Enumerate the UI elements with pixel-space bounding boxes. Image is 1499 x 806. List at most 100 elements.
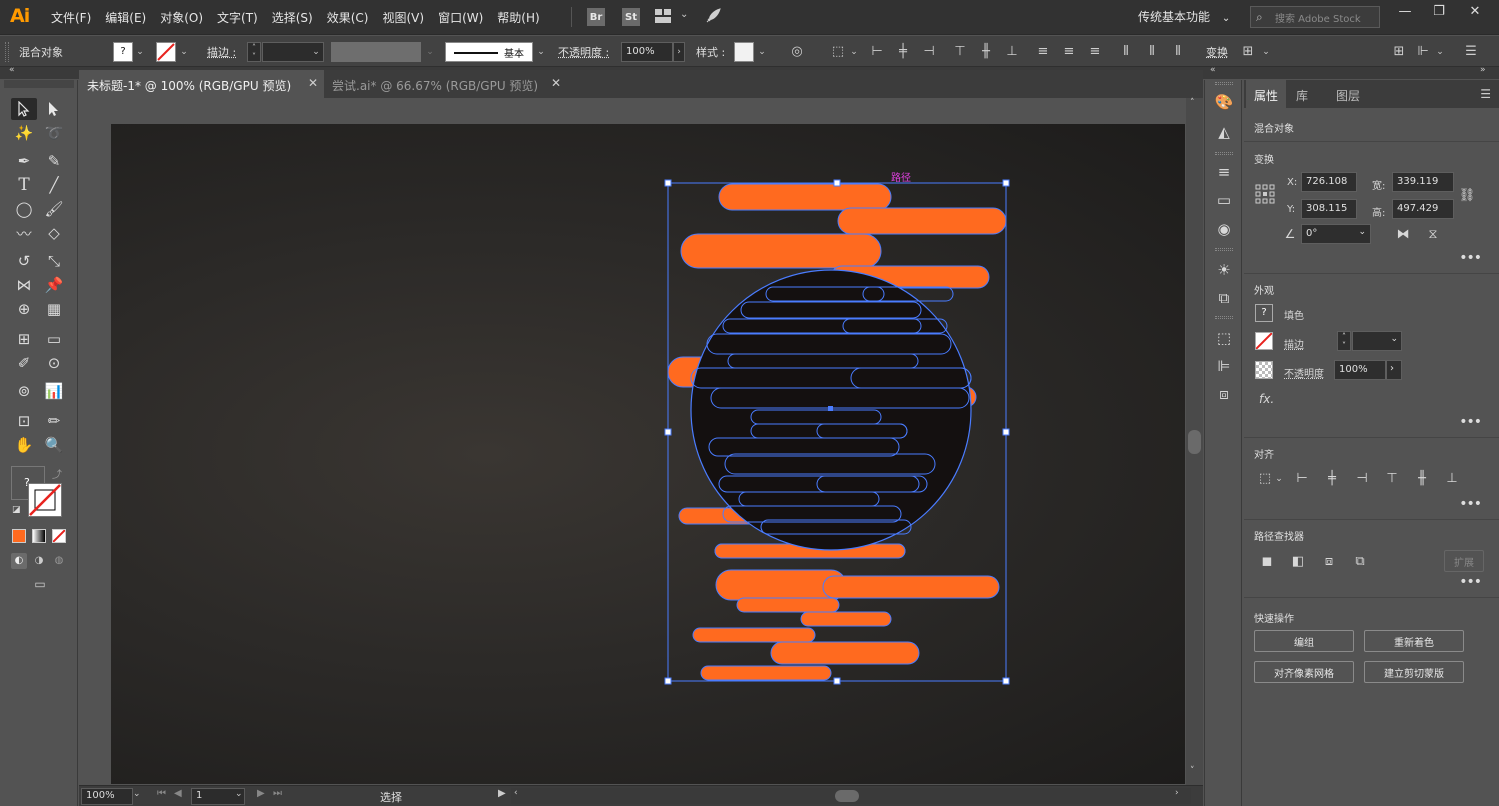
tab-layers[interactable]: 图层 (1336, 87, 1360, 104)
panel-menu-icon[interactable]: ☰ (1463, 44, 1479, 60)
slice-tool-icon[interactable]: ✏ (41, 410, 67, 432)
tab-attempt-ai[interactable]: 尝试.ai* @ 66.67% (RGB/GPU 预览) ✕ (324, 70, 567, 98)
align-to-selection-icon[interactable]: ⬚ (830, 44, 846, 60)
scroll-right-icon[interactable]: › (1175, 788, 1179, 798)
recolor-artwork-icon[interactable]: ◎ (789, 44, 805, 60)
align-vertical-center-icon[interactable]: ╫ (978, 44, 994, 60)
exclude-icon[interactable]: ⧉ (1351, 553, 1369, 571)
arrange-icon[interactable]: ⊞ (1391, 44, 1407, 60)
chevron-down-icon[interactable]: ⌄ (1432, 44, 1448, 60)
scroll-left-icon[interactable]: ‹ (514, 788, 518, 798)
chevron-down-icon[interactable]: ⌄ (846, 44, 862, 60)
align-to-pixel-grid-button[interactable]: 对齐像素网格 (1254, 661, 1354, 683)
chevron-down-icon[interactable]: ⌄ (756, 42, 768, 62)
fill-swatch[interactable]: ? (1255, 304, 1273, 322)
opacity-label[interactable]: 不透明度 (1284, 365, 1324, 380)
resize-handle-3[interactable] (664, 428, 672, 436)
minus-front-icon[interactable]: ◧ (1289, 553, 1307, 571)
stock-search-input[interactable]: ⌕ 搜索 Adobe Stock (1250, 6, 1380, 28)
previous-artboard-icon[interactable]: ◀ (174, 788, 182, 799)
resize-handle-7[interactable] (1002, 677, 1010, 685)
scrollbar-thumb[interactable] (835, 790, 859, 802)
flip-vertical-icon[interactable]: ⧖ (1424, 226, 1442, 244)
blend-bar-11[interactable] (736, 597, 840, 613)
puppet-warp-tool-icon[interactable]: 📌 (41, 274, 67, 296)
make-clipping-mask-button[interactable]: 建立剪切蒙版 (1364, 661, 1464, 683)
rotate-tool-icon[interactable]: ↺ (11, 250, 37, 272)
stroke-weight-stepper[interactable]: ˄ ˅ (1337, 331, 1351, 351)
draw-behind-icon[interactable]: ◑ (31, 553, 47, 569)
stroke-swatch[interactable] (156, 42, 176, 62)
stroke-weight-stepper[interactable]: ˄ ˅ (247, 42, 261, 62)
menu-select[interactable]: 选择(S) (265, 9, 320, 26)
scrollbar-thumb[interactable] (1188, 430, 1201, 454)
menu-window[interactable]: 窗口(W) (431, 9, 490, 26)
align-bottom-icon[interactable]: ⊥ (1443, 470, 1461, 488)
align-horizontal-center-icon[interactable]: ╪ (895, 44, 911, 60)
screen-mode-icon[interactable]: ▭ (29, 577, 51, 593)
last-artboard-icon[interactable]: ⏭ (273, 788, 282, 799)
dock-grip[interactable] (1215, 248, 1233, 251)
intersect-icon[interactable]: ⧈ (1320, 553, 1338, 571)
align-panel-icon[interactable]: ⊫ (1214, 356, 1234, 376)
minimize-button[interactable]: — (1388, 0, 1422, 22)
horizontal-scrollbar[interactable]: ‹ › (511, 788, 1191, 804)
fill-swatch[interactable]: ? (113, 42, 133, 62)
blend-bar-12[interactable] (800, 611, 892, 627)
artwork[interactable] (111, 124, 1185, 784)
ellipse-tool-icon[interactable]: ◯ (11, 198, 37, 220)
gradient-mode-icon[interactable] (32, 529, 46, 543)
isolate-icon[interactable]: ⊩ (1415, 44, 1431, 60)
chevron-down-icon[interactable]: ⌄ (310, 42, 322, 62)
draw-normal-icon[interactable]: ◐ (11, 553, 27, 569)
bridge-button[interactable]: Br (587, 8, 605, 26)
stroke-label[interactable]: 描边 : (207, 44, 236, 60)
rotation-field[interactable]: 0° ⌄ (1301, 224, 1371, 244)
tab-libraries[interactable]: 库 (1296, 87, 1308, 104)
resize-handle-6[interactable] (833, 677, 841, 685)
x-position-field[interactable]: 726.108 (1301, 172, 1357, 192)
chevron-down-icon[interactable]: ⌄ (235, 789, 243, 799)
dock-grip[interactable] (1215, 82, 1233, 85)
recolor-button[interactable]: 重新着色 (1364, 630, 1464, 652)
y-position-field[interactable]: 308.115 (1301, 199, 1357, 219)
lasso-tool-icon[interactable]: ➰ (41, 122, 67, 144)
scroll-up-icon[interactable]: ˄ (1190, 98, 1195, 108)
line-segment-tool-icon[interactable]: ╱ (41, 174, 67, 196)
align-horizontal-center-icon[interactable]: ╪ (1323, 470, 1341, 488)
mesh-tool-icon[interactable]: ⊞ (11, 328, 37, 350)
collapse-dock-icon[interactable]: « (1210, 65, 1216, 75)
blend-bar-10[interactable] (822, 575, 1000, 599)
distribute-top-icon[interactable]: ≡ (1035, 44, 1051, 60)
unite-icon[interactable]: ◼ (1258, 553, 1276, 571)
swap-fill-stroke-icon[interactable]: ⤴ (52, 466, 62, 481)
canvas-area[interactable]: 路径 (79, 98, 1186, 784)
chevron-down-icon[interactable]: ⌄ (133, 789, 141, 799)
distribute-bottom-icon[interactable]: ≡ (1087, 44, 1103, 60)
vertical-scrollbar[interactable]: ˄ ˅ (1186, 98, 1203, 786)
blend-bar-15[interactable] (700, 665, 832, 681)
maximize-button[interactable]: ❐ (1422, 0, 1456, 22)
transform-panel-icon[interactable]: ⬚ (1214, 328, 1234, 348)
height-field[interactable]: 497.429 (1392, 199, 1454, 219)
draw-inside-icon[interactable]: ◍ (51, 553, 67, 569)
variable-width-profile[interactable] (331, 42, 421, 62)
menu-effect[interactable]: 效果(C) (320, 9, 376, 26)
dock-grip[interactable] (1215, 152, 1233, 155)
align-right-icon[interactable]: ⊣ (921, 44, 937, 60)
dock-grip[interactable] (1215, 316, 1233, 319)
menu-type[interactable]: 文字(T) (210, 9, 265, 26)
opacity-label[interactable]: 不透明度 : (558, 44, 609, 60)
fx-effects-icon[interactable]: fx. (1259, 392, 1274, 406)
chevron-down-icon[interactable]: ⌄ (1258, 44, 1274, 60)
align-top-icon[interactable]: ⊤ (1383, 470, 1401, 488)
align-bottom-icon[interactable]: ⊥ (1004, 44, 1020, 60)
chevron-right-icon[interactable]: › (1386, 360, 1402, 380)
gradient-panel-icon[interactable]: ▭ (1214, 190, 1234, 210)
tab-properties[interactable]: 属性 (1246, 80, 1287, 108)
chevron-down-icon[interactable]: ⌄ (680, 9, 688, 20)
align-top-icon[interactable]: ⊤ (952, 44, 968, 60)
magic-wand-tool-icon[interactable]: ✨ (11, 122, 37, 144)
menu-help[interactable]: 帮助(H) (490, 9, 546, 26)
chevron-down-icon[interactable]: ⌄ (134, 42, 146, 62)
